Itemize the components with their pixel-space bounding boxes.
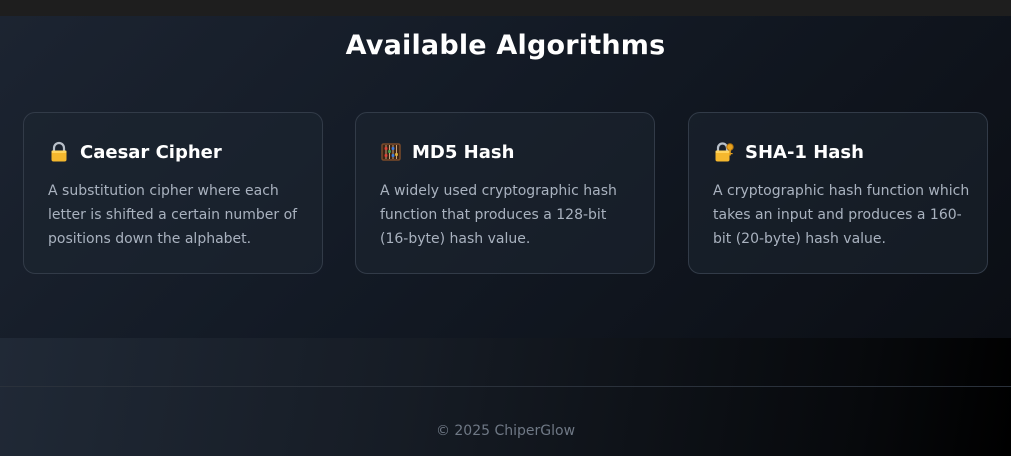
abacus-icon — [380, 141, 402, 163]
card-title: Caesar Cipher — [80, 141, 222, 163]
lock-icon — [48, 141, 70, 163]
algorithms-section: Available Algorithms Caesar Cipher A sub… — [0, 16, 1011, 338]
footer-divider — [0, 386, 1011, 387]
top-bar — [0, 0, 1011, 16]
lock-with-key-icon — [713, 141, 735, 163]
footer-copyright: © 2025 ChiperGlow — [435, 423, 576, 439]
algorithm-card-caesar[interactable]: Caesar Cipher A substitution cipher wher… — [23, 112, 323, 274]
card-header: SHA-1 Hash — [713, 141, 971, 163]
algorithm-card-md5[interactable]: MD5 Hash A widely used cryptographic has… — [355, 112, 655, 274]
card-header: Caesar Cipher — [48, 141, 306, 163]
card-title: MD5 Hash — [412, 141, 515, 163]
footer: © 2025 ChiperGlow — [0, 338, 1011, 456]
card-header: MD5 Hash — [380, 141, 638, 163]
card-description: A substitution cipher where each letter … — [48, 183, 298, 247]
algorithm-card-sha1[interactable]: SHA-1 Hash A cryptographic hash function… — [688, 112, 988, 274]
card-description: A widely used cryptographic hash functio… — [380, 183, 617, 247]
section-title: Available Algorithms — [345, 30, 666, 61]
card-description: A cryptographic hash function which take… — [713, 183, 970, 247]
card-title: SHA-1 Hash — [745, 141, 864, 163]
